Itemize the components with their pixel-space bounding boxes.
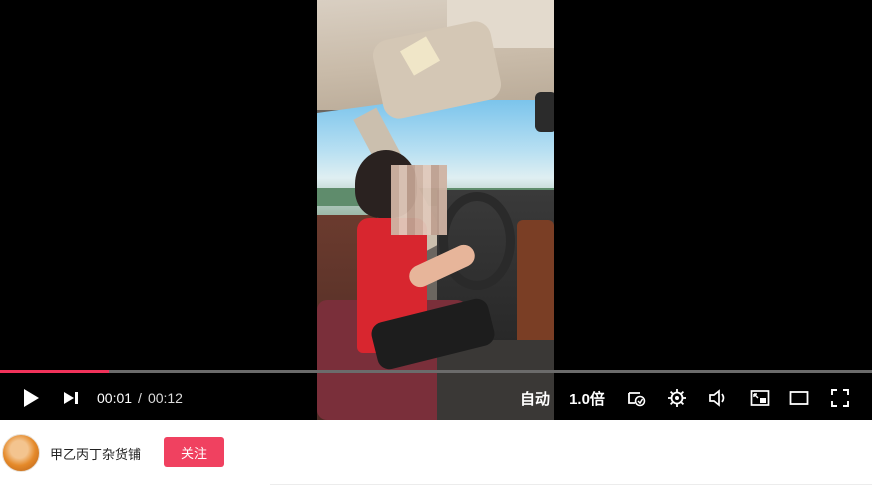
settings-gear-icon (668, 389, 686, 407)
control-bar: 00:01 / 00:12 自动 1.0倍 (0, 376, 872, 420)
steering-wheel (439, 192, 515, 290)
quality-button[interactable]: 自动 (518, 376, 552, 420)
progress-fill (0, 370, 109, 373)
face-blur (391, 165, 447, 235)
theater-mode-button[interactable] (787, 376, 811, 420)
theater-mode-icon (789, 391, 809, 405)
volume-button[interactable] (706, 376, 730, 420)
volume-icon (709, 389, 725, 407)
quality-label: 自动 (519, 390, 550, 408)
video-player[interactable]: 00:01 / 00:12 自动 1.0倍 (0, 0, 872, 420)
divider (270, 484, 872, 485)
next-icon (64, 392, 78, 404)
rearview-mirror (535, 92, 554, 132)
video-frame[interactable] (317, 0, 554, 420)
duration: 00:12 (147, 390, 183, 406)
follow-button[interactable]: 关注 (164, 437, 224, 467)
loop-button[interactable] (624, 376, 648, 420)
play-icon (24, 389, 39, 407)
avatar[interactable] (2, 434, 40, 472)
settings-button[interactable] (665, 376, 689, 420)
time-display: 00:01 / 00:12 (97, 376, 183, 420)
loop-icon (628, 392, 646, 407)
fullscreen-button[interactable] (828, 376, 852, 420)
next-button[interactable] (60, 376, 82, 420)
picture-in-picture-button[interactable] (748, 376, 772, 420)
progress-bar[interactable] (0, 370, 872, 373)
time-separator: / (138, 390, 142, 406)
current-time: 00:01 (97, 390, 133, 406)
speed-button[interactable]: 1.0倍 (566, 376, 608, 420)
speed-label: 1.0倍 (569, 390, 605, 408)
play-button[interactable] (18, 376, 44, 420)
fullscreen-icon (831, 389, 849, 407)
picture-in-picture-icon (750, 390, 770, 406)
wood-trim (517, 220, 554, 360)
author-name[interactable]: 甲乙丙丁杂货铺 (50, 444, 141, 463)
